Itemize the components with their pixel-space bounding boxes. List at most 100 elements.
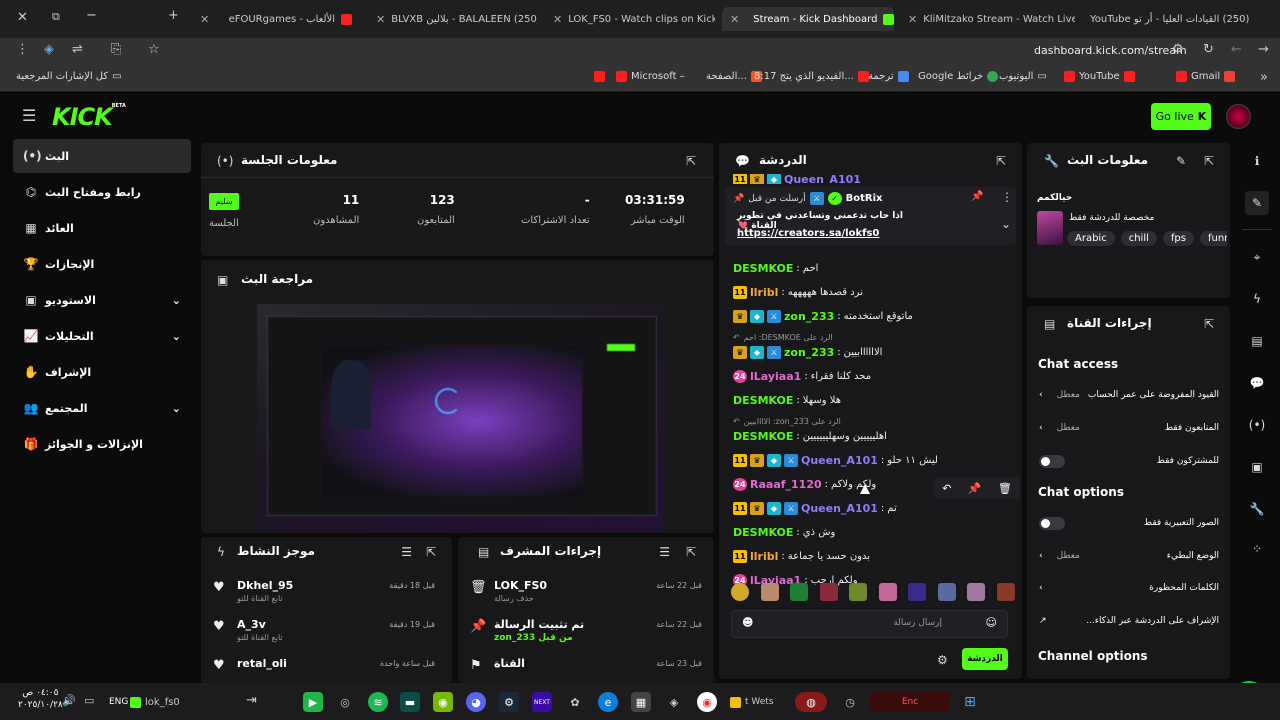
chat-username[interactable]: zon_233 — [784, 310, 834, 323]
subscribers-only-toggle[interactable] — [1039, 454, 1065, 468]
emote-icon[interactable] — [908, 583, 927, 601]
emote-icon[interactable] — [996, 583, 1015, 601]
bookmark-item[interactable]: Google خرائط — [918, 71, 999, 82]
chevron-down-icon[interactable]: ⌄ — [1001, 217, 1011, 231]
app-icon[interactable]: NEXT — [532, 692, 552, 712]
restore-window-icon[interactable]: ⧉ — [52, 10, 60, 24]
obs-icon[interactable]: ◈ — [664, 692, 684, 712]
bookmark-item[interactable]: اليوتيوب ▭ — [999, 71, 1047, 82]
chat-username[interactable]: zon_233 — [784, 346, 834, 359]
bookmark-item[interactable]: ترجمة — [868, 71, 909, 82]
activity-user[interactable]: Dkhel_95 — [237, 579, 293, 592]
store-icon[interactable]: ▦ — [631, 692, 651, 712]
forward-icon[interactable]: ← — [1231, 42, 1242, 57]
browser-tab[interactable]: ✕ eFOURgames - الألعاب — [192, 7, 360, 31]
info-icon[interactable]: ℹ — [1245, 149, 1269, 173]
browser-tab-active[interactable]: ✕ Stream - Kick Dashboard — [722, 7, 894, 31]
taskbar-window-item[interactable]: Enc — [870, 692, 950, 712]
chat-username[interactable]: Queen_A101 — [784, 174, 861, 184]
setting-followers-only[interactable]: المتابعون فقط معطل › — [1039, 416, 1219, 440]
settings-gear-icon[interactable]: ⚙ — [937, 653, 948, 667]
discord-icon[interactable]: ◕ — [466, 692, 486, 712]
document-icon[interactable]: ▤ — [1245, 329, 1269, 353]
star-icon[interactable]: ☆ — [148, 42, 160, 57]
emote-icon[interactable] — [790, 583, 809, 601]
go-live-button[interactable]: Go live K — [1151, 103, 1211, 130]
popout-icon[interactable]: ⇱ — [1204, 154, 1214, 168]
chat-input[interactable]: ☻ إرسال رسالة ☺ — [731, 610, 1008, 638]
sidebar-item-stream-key[interactable]: ⌬ رابط ومفتاح البث — [13, 175, 191, 209]
kick-taskbar-item[interactable]: lok_fs0 — [130, 690, 200, 714]
avatar[interactable] — [1226, 104, 1251, 129]
chat-username[interactable]: lLayiaa1 — [750, 370, 801, 383]
filter-icon[interactable]: ☰ — [659, 545, 670, 559]
windows-start-icon[interactable]: ⊞ — [960, 692, 980, 712]
layout-icon[interactable]: ▣ — [1245, 455, 1269, 479]
tag[interactable]: funn — [1199, 231, 1227, 246]
new-tab-icon[interactable]: + — [168, 8, 179, 23]
pinned-link[interactable]: https://creators.sa/lokfs0 — [737, 228, 879, 239]
activity-user[interactable]: A_3v — [237, 618, 266, 631]
share-icon[interactable]: ⎘ — [111, 42, 121, 57]
bookmark-item[interactable]: Microsoft – — [616, 71, 685, 82]
browser-tab[interactable]: ✕ KliMitzako Stream - Watch Live — [900, 7, 1075, 31]
chat-username[interactable]: DESMKOE — [733, 526, 793, 539]
collapse-icon[interactable]: ⇥ — [246, 693, 257, 708]
chat-username[interactable]: Raaaf_1120 — [750, 478, 822, 491]
hamburger-menu-icon[interactable]: ☰ — [22, 106, 36, 125]
spotify-icon[interactable]: ≋ — [368, 692, 388, 712]
reply-icon[interactable]: ↶ — [942, 482, 951, 495]
chat-username[interactable]: llribl — [750, 550, 778, 563]
sidebar-item-stream[interactable]: (•) البث — [13, 139, 191, 173]
tab-close-icon[interactable]: ✕ — [200, 13, 209, 26]
kick-logo[interactable]: KICKBETA — [52, 103, 126, 131]
tag[interactable]: chill — [1120, 231, 1157, 246]
tab-close-icon[interactable]: ✕ — [908, 13, 917, 26]
more-options-icon[interactable]: ⋮ — [1001, 190, 1013, 204]
tag[interactable]: fps — [1162, 231, 1194, 246]
chat-username[interactable]: Queen_A101 — [801, 454, 878, 467]
pin-toggle-icon[interactable]: 📌 — [971, 191, 983, 202]
broadcast-icon[interactable]: (•) — [1245, 413, 1269, 437]
chat-username[interactable]: llribl — [750, 286, 778, 299]
reload-icon[interactable]: ↻ — [1203, 42, 1214, 57]
edge-icon[interactable]: e — [598, 692, 618, 712]
volume-icon[interactable]: 🔊 — [62, 694, 76, 707]
tab-close-icon[interactable]: ✕ — [730, 13, 739, 26]
tab-close-icon[interactable]: ✕ — [376, 13, 385, 26]
app-icon[interactable]: ▶ — [303, 692, 323, 712]
chrome-icon[interactable]: ◉ — [697, 692, 717, 712]
popout-icon[interactable]: ⇱ — [686, 154, 696, 168]
activity-user[interactable]: retal_oli — [237, 657, 287, 670]
bookmark-item[interactable] — [594, 71, 605, 82]
chat-username[interactable]: DESMKOE — [733, 262, 793, 275]
emote-icon[interactable] — [819, 583, 838, 601]
nvidia-icon[interactable]: ◉ — [433, 692, 453, 712]
language-indicator[interactable]: ENG — [109, 697, 128, 707]
sidebar-item-moderation[interactable]: ✋ الإشراف — [13, 355, 191, 389]
taskbar-window-item[interactable]: t Wets — [730, 692, 792, 712]
url-text[interactable]: dashboard.kick.com/stream — [1034, 44, 1187, 57]
stream-preview-video[interactable] — [257, 304, 663, 532]
clock[interactable]: ٠٤:٠٥ ص ٢٠٢٥/١٠/٢٨ — [18, 687, 63, 711]
sidebar-item-studio[interactable]: ▣ الاستوديو ⌄ — [13, 283, 191, 317]
emote-icon[interactable] — [760, 583, 779, 601]
chat-username[interactable]: DESMKOE — [733, 394, 793, 407]
smiley-icon[interactable]: ☺ — [986, 616, 997, 629]
setting-slow-mode[interactable]: الوضع البطيء معطل › — [1039, 544, 1219, 568]
close-window-icon[interactable]: ✕ — [17, 10, 28, 25]
sidebar-item-community[interactable]: 👥 المجتمع ⌄ — [13, 391, 191, 425]
sidebar-item-achievements[interactable]: 🏆 الإنجازات — [13, 247, 191, 281]
chat-username[interactable]: DESMKOE — [733, 430, 793, 443]
apps-icon[interactable]: ⁘ — [1245, 537, 1269, 561]
sidebar-item-analytics[interactable]: 📈 التحليلات ⌄ — [13, 319, 191, 353]
bookmark-item[interactable]: 8:17 الفيديو الذي يتج... — [754, 71, 869, 82]
sidebar-item-revenue[interactable]: ▦ العائد — [13, 211, 191, 245]
category-thumbnail[interactable] — [1037, 211, 1063, 245]
mod-action-user[interactable]: LOK_FS0 — [494, 579, 547, 592]
pinned-username[interactable]: BotRix — [846, 193, 883, 204]
app-icon[interactable]: ◎ — [335, 692, 355, 712]
setting-ai-moderation[interactable]: الإشراف على الدردشة عبر الذكاء... ↗ — [1039, 609, 1219, 633]
app-icon[interactable]: ◷ — [840, 692, 860, 712]
edit-pencil-icon[interactable]: ✎ — [1176, 154, 1186, 168]
